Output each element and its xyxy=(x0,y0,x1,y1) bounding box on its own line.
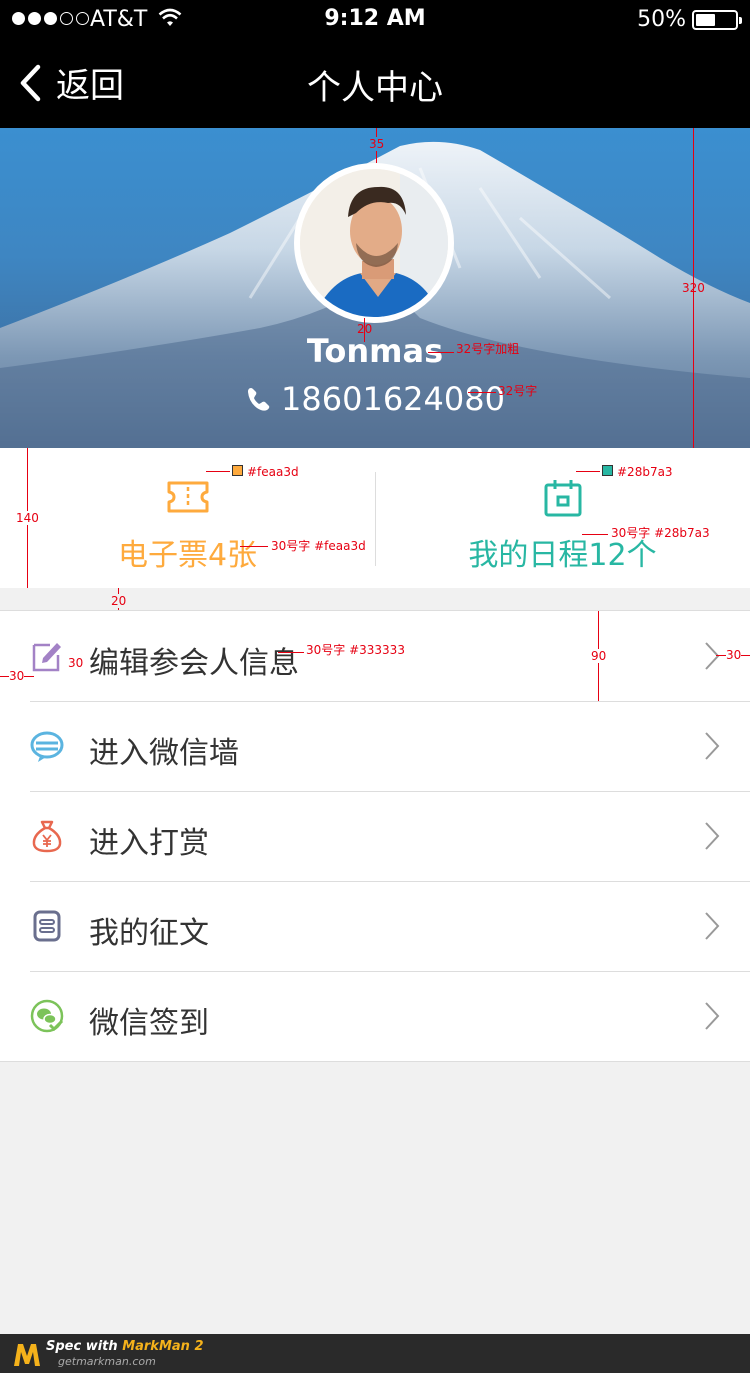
ann-ticket-text: 30号字 #feaa3d xyxy=(271,539,366,553)
ann-schedule-text-line xyxy=(582,534,608,535)
menu-item-essays[interactable]: 我的征文 xyxy=(0,881,750,971)
footer-markman: MarkMan 2 xyxy=(122,1339,204,1354)
ann-schedule-color-line xyxy=(576,471,600,472)
schedule-card[interactable]: 我的日程12个 xyxy=(375,448,750,588)
page-title: 个人中心 xyxy=(307,68,443,108)
ann-icon-gap: 30 xyxy=(68,656,84,670)
edit-icon xyxy=(32,643,61,672)
menu-list: 编辑参会人信息 进入微信墙 进入打赏 我的征文 微信签到 xyxy=(0,610,750,1062)
ann-section-gap: 20 xyxy=(111,594,127,608)
ann-phone-spec-line xyxy=(468,392,496,393)
profile-header: Tonmas 18601624080 xyxy=(0,128,750,448)
chevron-right-icon xyxy=(705,822,720,850)
calendar-icon xyxy=(544,480,581,517)
battery-percentage: 50% xyxy=(637,7,686,32)
chevron-right-icon xyxy=(705,732,720,760)
ann-ticket-text-line xyxy=(240,546,268,547)
menu-item-label: 进入打赏 xyxy=(89,826,209,861)
ann-ticket-color: #feaa3d xyxy=(247,465,299,479)
chat-wall-icon xyxy=(30,731,64,762)
menu-item-label: 我的征文 xyxy=(89,916,209,951)
ann-row-text-line xyxy=(278,652,304,653)
ann-schedule-swatch xyxy=(602,465,613,476)
menu-item-reward[interactable]: 进入打赏 xyxy=(0,791,750,881)
ticket-icon xyxy=(167,481,208,513)
ann-name-spec-line xyxy=(428,352,454,353)
battery-icon xyxy=(692,10,742,30)
chevron-right-icon xyxy=(705,642,720,670)
ann-left-margin: 30 xyxy=(9,669,25,683)
ann-phone-spec: 32号字 xyxy=(498,384,538,398)
markman-footer: Spec with MarkMan 2 getmarkman.com xyxy=(0,1334,750,1373)
ann-hero-height: 320 xyxy=(682,281,705,295)
avatar[interactable] xyxy=(294,163,454,323)
menu-item-label: 微信签到 xyxy=(89,1006,209,1041)
footer-spec-with: Spec with xyxy=(46,1339,118,1354)
ann-schedule-color: #28b7a3 xyxy=(617,465,673,479)
phone-icon xyxy=(248,388,270,411)
chevron-right-icon xyxy=(705,1002,720,1030)
footer-url: getmarkman.com xyxy=(58,1355,156,1368)
top-bar: AT&T 9:12 AM 50% 返回 个人中心 xyxy=(0,0,750,128)
menu-item-wechat-wall[interactable]: 进入微信墙 xyxy=(0,701,750,791)
tickets-card[interactable]: 电子票4张 xyxy=(0,448,375,588)
ann-schedule-text: 30号字 #28b7a3 xyxy=(611,526,710,540)
user-name: Tonmas xyxy=(306,332,444,370)
document-icon xyxy=(33,910,61,942)
ann-summary-height: 140 xyxy=(16,511,39,525)
avatar-photo xyxy=(300,169,448,317)
phone-number: 18601624080 xyxy=(281,380,505,418)
menu-item-label: 进入微信墙 xyxy=(89,736,239,771)
wechat-checkin-icon xyxy=(30,999,64,1033)
ann-avatar-top: 35 xyxy=(369,137,385,151)
ann-ticket-color-line xyxy=(206,471,230,472)
ann-name-gap: 20 xyxy=(357,322,373,336)
ann-row-height: 90 xyxy=(591,649,607,663)
markman-logo-icon xyxy=(14,1344,40,1366)
status-bar: AT&T 9:12 AM 50% xyxy=(0,0,750,40)
footer-brand: Spec with MarkMan 2 xyxy=(46,1339,204,1354)
menu-item-label: 编辑参会人信息 xyxy=(89,646,299,681)
menu-item-wechat-checkin[interactable]: 微信签到 xyxy=(0,971,750,1061)
money-bag-icon xyxy=(32,820,62,853)
ann-name-spec: 32号字加粗 xyxy=(456,342,520,356)
ann-ticket-swatch xyxy=(232,465,243,476)
ann-right-margin: 30 xyxy=(726,648,742,662)
ann-row-text: 30号字 #333333 xyxy=(306,643,405,657)
chevron-right-icon xyxy=(705,912,720,940)
phone-row: 18601624080 xyxy=(0,380,750,418)
